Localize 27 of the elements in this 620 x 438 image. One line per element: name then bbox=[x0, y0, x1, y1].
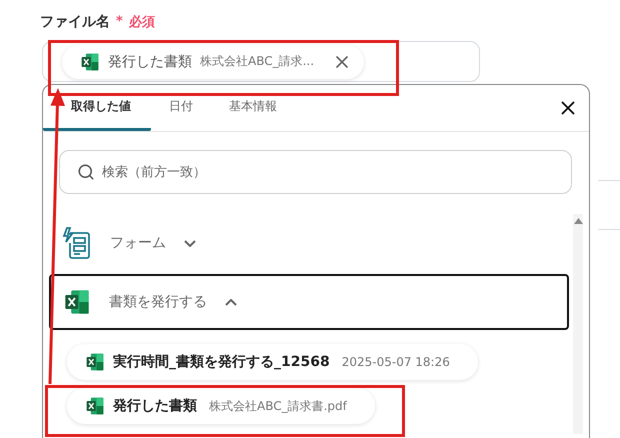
search-field[interactable]: 検索（前方一致） bbox=[59, 150, 572, 194]
chevron-up-icon bbox=[225, 298, 237, 306]
value-chip[interactable]: 実行時間_書類を発行する_12568 2025-05-07 18:26 bbox=[67, 344, 478, 380]
spreadsheet-icon bbox=[63, 288, 91, 316]
file-name-field[interactable]: 発行した書類 株式会社ABC_請求... bbox=[42, 41, 480, 82]
tab[interactable]: 基本情報 bbox=[211, 85, 295, 132]
search-icon bbox=[77, 163, 95, 182]
spreadsheet-icon bbox=[80, 52, 100, 72]
chip-name: 実行時間_書類を発行する_12568 bbox=[113, 353, 330, 372]
spreadsheet-icon bbox=[85, 396, 105, 416]
tab[interactable]: 日付 bbox=[151, 85, 211, 132]
chevron-down-icon bbox=[184, 240, 196, 247]
chip-value: 株式会社ABC_請求書.pdf bbox=[209, 398, 347, 415]
field-label: ファイル名 bbox=[40, 12, 110, 31]
chip-value: 株式会社ABC_請求... bbox=[200, 53, 314, 70]
required-text: 必須 bbox=[128, 14, 155, 31]
scrollbar[interactable] bbox=[573, 214, 583, 434]
chip-value: 2025-05-07 18:26 bbox=[342, 355, 450, 370]
required-mark: * bbox=[116, 14, 123, 30]
chip-name: 発行した書類 bbox=[108, 52, 192, 71]
scroll-up-icon bbox=[574, 218, 582, 224]
group-row[interactable]: 書類を発行する bbox=[49, 274, 569, 330]
chip-name: 発行した書類 bbox=[113, 397, 197, 416]
value-chip[interactable]: 発行した書類 株式会社ABC_請求... bbox=[62, 44, 364, 79]
spreadsheet-icon bbox=[85, 352, 105, 372]
form-icon bbox=[62, 227, 92, 260]
value-chip[interactable]: 発行した書類 株式会社ABC_請求書.pdf bbox=[67, 388, 375, 424]
